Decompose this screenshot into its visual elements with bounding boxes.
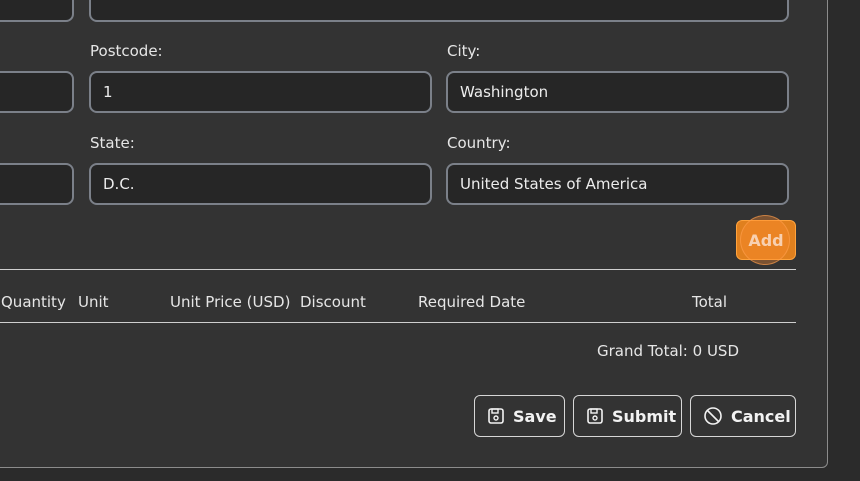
postcode-label: Postcode: xyxy=(90,42,163,60)
save-button[interactable]: Save xyxy=(474,395,565,437)
left-field-row3[interactable] xyxy=(0,163,74,205)
city-input[interactable]: Washington xyxy=(446,71,789,113)
save-label: Save xyxy=(513,406,557,426)
scrollbar-track[interactable] xyxy=(846,0,860,481)
add-button[interactable]: Add xyxy=(736,220,796,260)
submit-button[interactable]: Submit xyxy=(573,395,682,437)
country-input[interactable]: United States of America xyxy=(446,163,789,205)
cancel-icon xyxy=(703,406,723,426)
col-unit-price: Unit Price (USD) xyxy=(170,293,291,311)
submit-icon xyxy=(586,407,604,425)
city-label: City: xyxy=(447,42,481,60)
cancel-button[interactable]: Cancel xyxy=(690,395,796,437)
state-input[interactable]: D.C. xyxy=(89,163,432,205)
address-field[interactable] xyxy=(89,0,789,22)
col-unit: Unit xyxy=(78,293,109,311)
col-total: Total xyxy=(692,293,728,311)
postcode-input[interactable]: 1 xyxy=(89,71,432,113)
cancel-label: Cancel xyxy=(731,406,791,426)
left-field-row2[interactable] xyxy=(0,71,74,113)
state-label: State: xyxy=(90,134,135,152)
submit-label: Submit xyxy=(612,406,677,426)
col-quantity: Quantity xyxy=(1,293,66,311)
country-label: Country: xyxy=(447,134,511,152)
save-icon xyxy=(487,407,505,425)
col-required-date: Required Date xyxy=(418,293,526,311)
col-discount: Discount xyxy=(300,293,366,311)
table-top-divider xyxy=(0,269,796,270)
table-bottom-divider xyxy=(0,322,796,323)
grand-total: Grand Total: 0 USD xyxy=(597,342,739,360)
top-left-field[interactable] xyxy=(0,0,74,22)
